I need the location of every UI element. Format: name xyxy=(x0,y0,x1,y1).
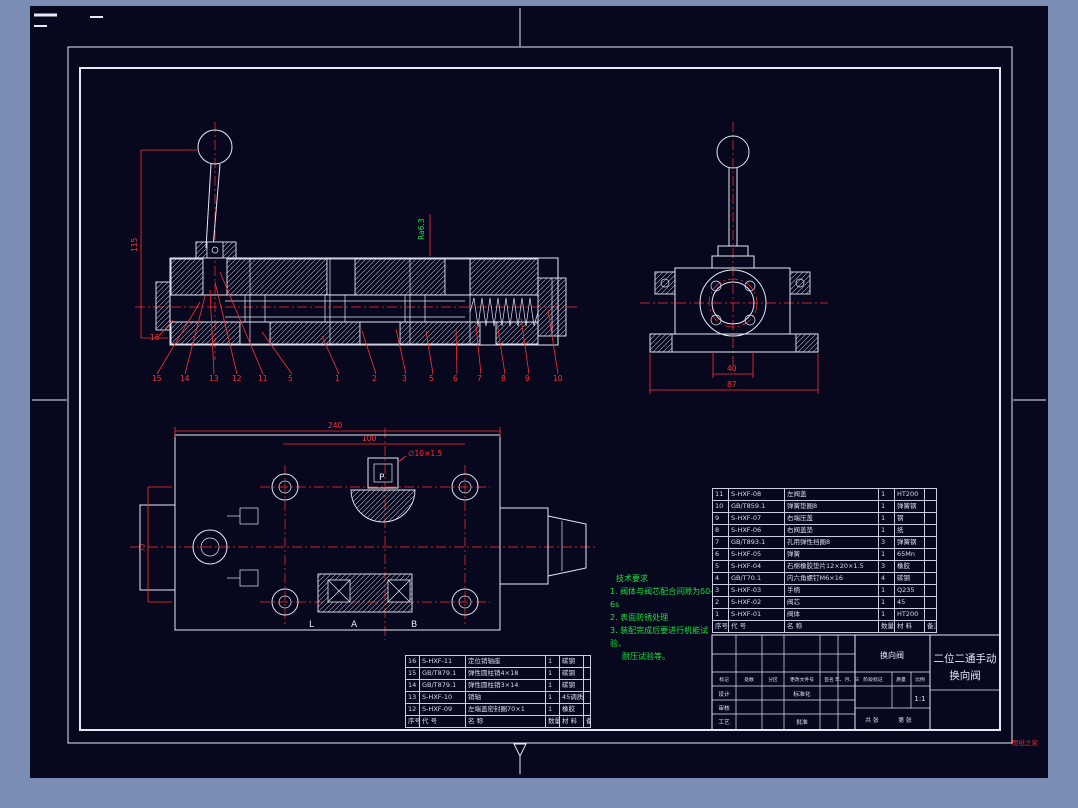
table-row: 11S-HXF-08左阀盖1HT200 xyxy=(713,489,937,501)
table-row: 16S-HXF-11定位销轴座1碳钢 xyxy=(406,656,591,668)
drawing-title-line1: 二位二通手动 xyxy=(934,652,997,665)
table-row: 6S-HXF-05弹簧165Mn xyxy=(713,549,937,561)
table-row: 5S-HXF-04石棉橡胶垫片12×20×1.53橡胶 xyxy=(713,561,937,573)
table-row: 14GB/T879.1弹性圆柱销3×141碳钢 xyxy=(406,680,591,692)
callout-label: 6 xyxy=(453,374,458,383)
label-scale: 比例 xyxy=(915,676,925,683)
left-end-cap xyxy=(156,282,170,330)
label-date: 年、月、日 xyxy=(835,676,859,683)
cad-drawing-page: Ra6.3 115 16 15 14 13 12 11 5 1 2 3 5 6 … xyxy=(0,0,1078,808)
port-label: P xyxy=(379,473,385,483)
callout-label: 15 xyxy=(152,374,162,383)
table-row: 3S-HXF-03手柄1Q235 xyxy=(713,585,937,597)
watermark-text: 图纸之家 xyxy=(1012,738,1039,747)
surface-note: Ra6.3 xyxy=(417,218,426,240)
table-row: 9S-HXF-07右端压盖1钢 xyxy=(713,513,937,525)
label-doc: 更改文件号 xyxy=(790,676,814,683)
tech-note-line: 3. 装配完成后要进行机能试验、 xyxy=(610,624,722,650)
callout-label: 5 xyxy=(288,374,293,383)
dimension-label: 240 xyxy=(328,421,343,430)
dimension-label: 87 xyxy=(727,380,737,389)
table-row: 10GB/T859.1弹簧垫圈81弹簧钢 xyxy=(713,501,937,513)
callout-label: 7 xyxy=(477,374,482,383)
table-row: 4GB/T70.1内六角螺钉M6×164碳钢 xyxy=(713,573,937,585)
callout-label: 1 xyxy=(335,374,340,383)
label-weight: 质量 xyxy=(896,676,906,683)
callout-label: 3 xyxy=(402,374,407,383)
callout-label: 11 xyxy=(258,374,268,383)
label-stage: 阶段标记 xyxy=(863,676,882,683)
label-check: 审核 xyxy=(718,704,730,712)
callout-label: 9 xyxy=(525,374,530,383)
dimension-label: 115 xyxy=(130,237,139,252)
dimension-label: 40 xyxy=(727,364,737,373)
tech-note-line: 2. 表面防锈处理 xyxy=(610,611,722,624)
scale-value: 1:1 xyxy=(914,695,925,703)
bom-table-right: 11S-HXF-08左阀盖1HT20010GB/T859.1弹簧垫圈81弹簧钢9… xyxy=(712,488,937,633)
table-header-row: 序号代 号名 称数量材 料备注 xyxy=(406,716,591,728)
port-label: L xyxy=(309,620,314,630)
port-label: A xyxy=(351,620,358,630)
callout-label: 10 xyxy=(553,374,563,383)
bom-table-bottom: 16S-HXF-11定位销轴座1碳钢15GB/T879.1弹性圆柱销4×181碳… xyxy=(405,655,591,728)
label-design: 设计 xyxy=(718,690,730,698)
callout-label: 14 xyxy=(180,374,190,383)
table-row: 8S-HXF-06右阀盖垫1纸 xyxy=(713,525,937,537)
dimension-label: 77 xyxy=(138,542,147,552)
table-row: 13S-HXF-10销轴145调质 xyxy=(406,692,591,704)
tech-note-line: 1. 阀体与阀芯配合间隙为δ0-6s xyxy=(610,585,722,611)
table-row: 15GB/T879.1弹性圆柱销4×181碳钢 xyxy=(406,668,591,680)
table-row: 7GB/T893.1孔用弹性挡圈83弹簧钢 xyxy=(713,537,937,549)
callout-label: 13 xyxy=(209,374,219,383)
callout-label: 8 xyxy=(501,374,506,383)
label-approve: 批准 xyxy=(796,718,808,726)
label-sign: 签名 xyxy=(824,676,834,683)
label-process: 工艺 xyxy=(718,718,730,726)
table-row: 12S-HXF-09左端盖密封圈70×11橡胶 xyxy=(406,704,591,716)
thread-note: ∅10×1.5 xyxy=(408,449,443,458)
tech-note-line: 耐压试验等。 xyxy=(622,650,722,663)
part-name: 换向阀 xyxy=(880,650,904,660)
label-sheets: 共 张 xyxy=(865,716,879,724)
label-sheet: 第 张 xyxy=(898,716,912,724)
callout-label: 2 xyxy=(372,374,377,383)
callout-label: 16 xyxy=(150,333,160,342)
tech-notes-title: 技术要求 xyxy=(616,572,722,585)
label-standard: 标准化 xyxy=(793,690,811,698)
port-label: B xyxy=(411,620,417,630)
dimension-label: 100 xyxy=(362,434,377,443)
label-count: 处数 xyxy=(744,676,754,683)
table-row: 1S-HXF-01阀体1HT200 xyxy=(713,609,937,621)
tech-notes: 技术要求 1. 阀体与阀芯配合间隙为δ0-6s 2. 表面防锈处理 3. 装配完… xyxy=(592,572,722,663)
label-mark: 标记 xyxy=(719,676,729,683)
drawing-title-line2: 换向阀 xyxy=(949,669,981,682)
table-row: 2S-HXF-02阀芯145 xyxy=(713,597,937,609)
callout-label: 5 xyxy=(429,374,434,383)
table-header-row: 序号代 号名 称数量材 料备注 xyxy=(713,621,937,633)
label-zone: 分区 xyxy=(768,676,778,683)
callout-label: 12 xyxy=(232,374,242,383)
